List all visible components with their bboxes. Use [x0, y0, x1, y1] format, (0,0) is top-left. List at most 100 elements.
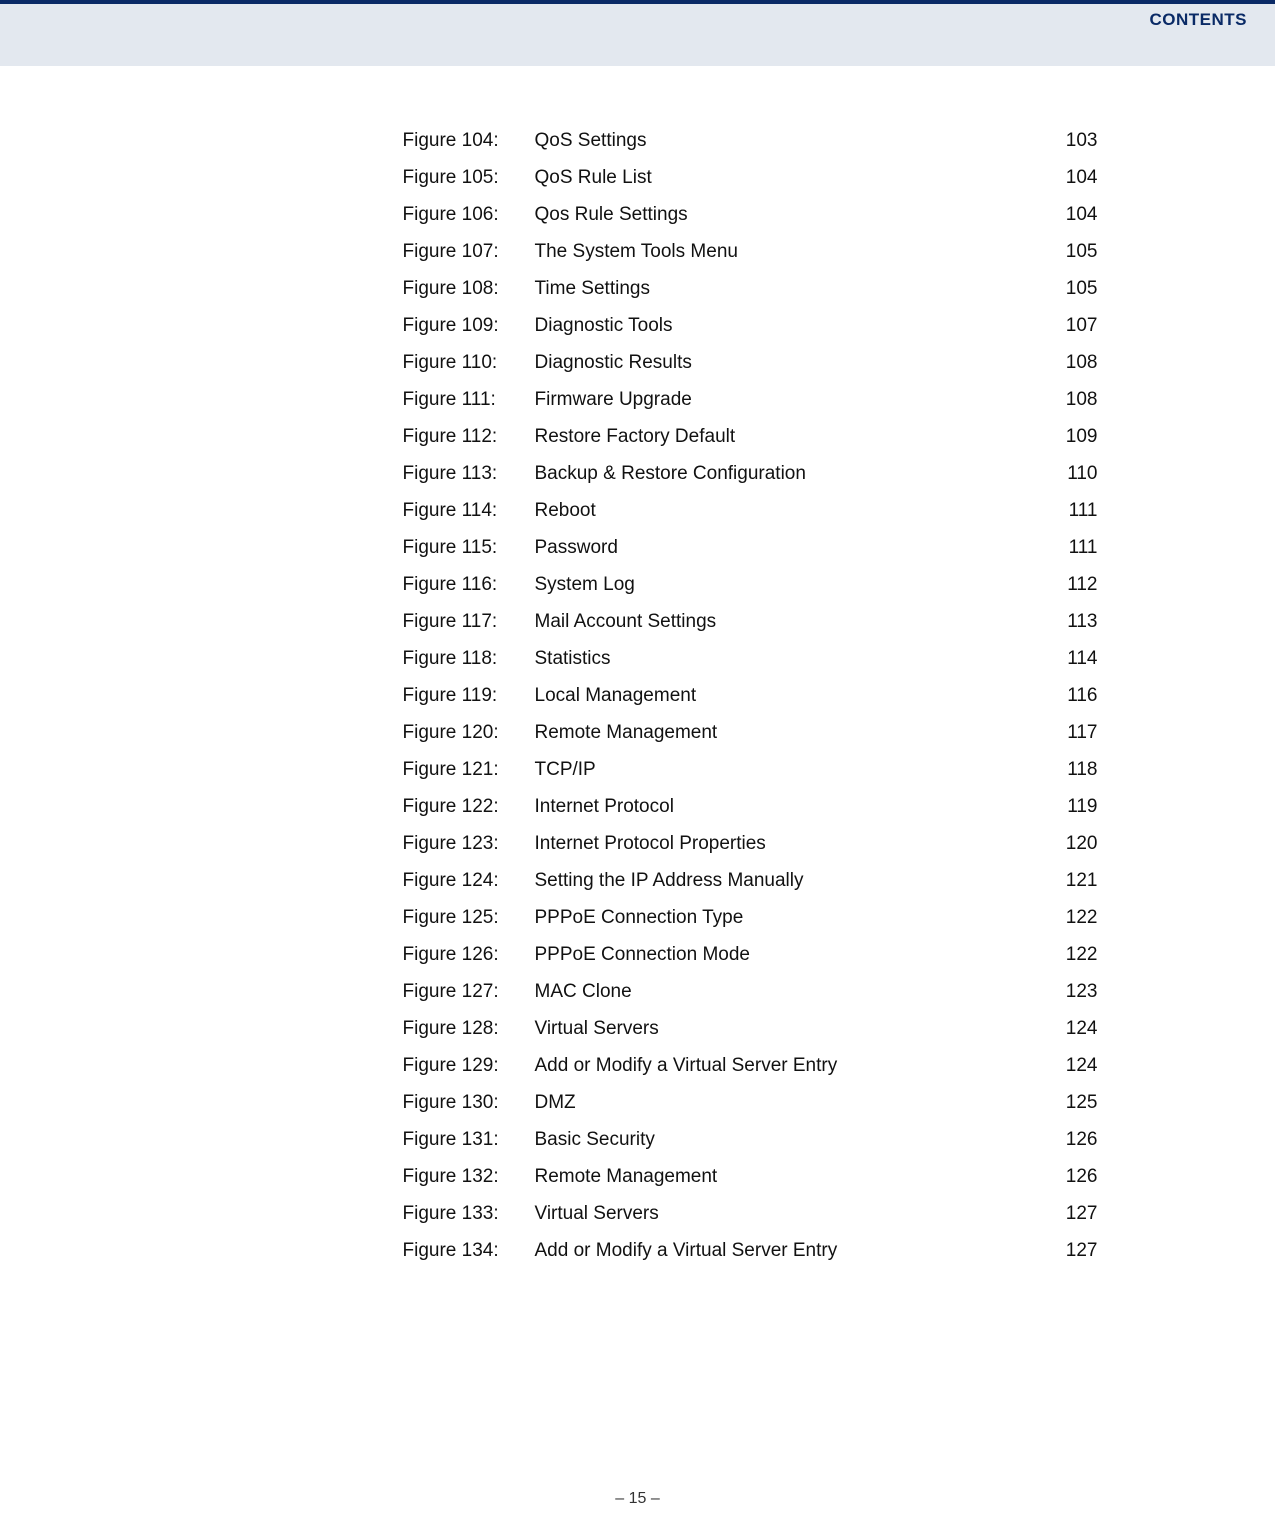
toc-entry[interactable]: Figure 108:Time Settings105 [403, 270, 1098, 307]
figure-title: Statistics [535, 649, 1038, 668]
figure-page-number: 127 [1038, 1204, 1098, 1223]
figure-title: Add or Modify a Virtual Server Entry [535, 1241, 1038, 1260]
toc-entry[interactable]: Figure 109:Diagnostic Tools107 [403, 307, 1098, 344]
figure-label: Figure 131: [403, 1130, 535, 1149]
toc-entry[interactable]: Figure 121:TCP/IP118 [403, 751, 1098, 788]
toc-entry[interactable]: Figure 115:Password111 [403, 529, 1098, 566]
toc-entry[interactable]: Figure 123:Internet Protocol Properties1… [403, 825, 1098, 862]
figure-title: Reboot [535, 501, 1038, 520]
figure-page-number: 105 [1038, 242, 1098, 261]
figure-page-number: 107 [1038, 316, 1098, 335]
figure-label: Figure 124: [403, 871, 535, 890]
toc-entry[interactable]: Figure 114:Reboot111 [403, 492, 1098, 529]
figure-page-number: 119 [1038, 797, 1098, 816]
figure-label: Figure 123: [403, 834, 535, 853]
figure-label: Figure 122: [403, 797, 535, 816]
figure-label: Figure 112: [403, 427, 535, 446]
toc-entry[interactable]: Figure 132:Remote Management126 [403, 1158, 1098, 1195]
page-footer: – 15 – [0, 1490, 1275, 1508]
figure-title: Diagnostic Tools [535, 316, 1038, 335]
figure-page-number: 121 [1038, 871, 1098, 890]
toc-entry[interactable]: Figure 107:The System Tools Menu105 [403, 233, 1098, 270]
figure-title: Add or Modify a Virtual Server Entry [535, 1056, 1038, 1075]
figure-page-number: 109 [1038, 427, 1098, 446]
figure-label: Figure 111: [403, 390, 535, 409]
figure-title: Firmware Upgrade [535, 390, 1038, 409]
figure-page-number: 104 [1038, 205, 1098, 224]
figure-label: Figure 106: [403, 205, 535, 224]
toc-entry[interactable]: Figure 126:PPPoE Connection Mode122 [403, 936, 1098, 973]
figure-label: Figure 116: [403, 575, 535, 594]
figure-page-number: 113 [1038, 612, 1098, 631]
figure-title: Basic Security [535, 1130, 1038, 1149]
toc-entry[interactable]: Figure 104:QoS Settings103 [403, 122, 1098, 159]
figure-page-number: 103 [1038, 131, 1098, 150]
toc-entry[interactable]: Figure 106:Qos Rule Settings104 [403, 196, 1098, 233]
figure-page-number: 120 [1038, 834, 1098, 853]
figure-title: Qos Rule Settings [535, 205, 1038, 224]
figure-title: Local Management [535, 686, 1038, 705]
figure-title: Remote Management [535, 723, 1038, 742]
list-of-figures: Figure 104:QoS Settings103Figure 105:QoS… [178, 122, 1098, 1269]
figure-page-number: 112 [1038, 575, 1098, 594]
figure-page-number: 126 [1038, 1130, 1098, 1149]
figure-title: PPPoE Connection Type [535, 908, 1038, 927]
figure-title: The System Tools Menu [535, 242, 1038, 261]
toc-entry[interactable]: Figure 120:Remote Management117 [403, 714, 1098, 751]
toc-entry[interactable]: Figure 131:Basic Security126 [403, 1121, 1098, 1158]
toc-entry[interactable]: Figure 110:Diagnostic Results108 [403, 344, 1098, 381]
figure-title: Internet Protocol [535, 797, 1038, 816]
figure-title: TCP/IP [535, 760, 1038, 779]
toc-entry[interactable]: Figure 117:Mail Account Settings113 [403, 603, 1098, 640]
toc-entry[interactable]: Figure 125:PPPoE Connection Type122 [403, 899, 1098, 936]
figure-title: Virtual Servers [535, 1204, 1038, 1223]
figure-page-number: 110 [1038, 464, 1098, 483]
figure-title: PPPoE Connection Mode [535, 945, 1038, 964]
toc-entry[interactable]: Figure 133:Virtual Servers127 [403, 1195, 1098, 1232]
toc-entry[interactable]: Figure 116:System Log112 [403, 566, 1098, 603]
toc-entry[interactable]: Figure 112:Restore Factory Default109 [403, 418, 1098, 455]
figure-page-number: 104 [1038, 168, 1098, 187]
figure-page-number: 114 [1038, 649, 1098, 668]
toc-entry[interactable]: Figure 124:Setting the IP Address Manual… [403, 862, 1098, 899]
toc-entry[interactable]: Figure 118:Statistics114 [403, 640, 1098, 677]
figure-label: Figure 107: [403, 242, 535, 261]
footer-dash-left: – [615, 1490, 624, 1507]
figure-page-number: 118 [1038, 760, 1098, 779]
figure-label: Figure 129: [403, 1056, 535, 1075]
figure-page-number: 111 [1038, 538, 1098, 557]
figure-page-number: 122 [1038, 945, 1098, 964]
figure-title: Virtual Servers [535, 1019, 1038, 1038]
figure-label: Figure 115: [403, 538, 535, 557]
figure-page-number: 111 [1038, 501, 1098, 520]
toc-entry[interactable]: Figure 134:Add or Modify a Virtual Serve… [403, 1232, 1098, 1269]
figure-label: Figure 134: [403, 1241, 535, 1260]
figure-label: Figure 130: [403, 1093, 535, 1112]
toc-entry[interactable]: Figure 127:MAC Clone123 [403, 973, 1098, 1010]
toc-entry[interactable]: Figure 130:DMZ125 [403, 1084, 1098, 1121]
figure-page-number: 124 [1038, 1056, 1098, 1075]
figure-title: Backup & Restore Configuration [535, 464, 1038, 483]
toc-entry[interactable]: Figure 105:QoS Rule List104 [403, 159, 1098, 196]
figure-title: MAC Clone [535, 982, 1038, 1001]
figure-label: Figure 133: [403, 1204, 535, 1223]
figure-page-number: 126 [1038, 1167, 1098, 1186]
footer-page-number: 15 [629, 1490, 647, 1507]
toc-entry[interactable]: Figure 129:Add or Modify a Virtual Serve… [403, 1047, 1098, 1084]
toc-entry[interactable]: Figure 111:Firmware Upgrade108 [403, 381, 1098, 418]
figure-title: Time Settings [535, 279, 1038, 298]
toc-entry[interactable]: Figure 113:Backup & Restore Configuratio… [403, 455, 1098, 492]
figure-page-number: 108 [1038, 353, 1098, 372]
toc-entry[interactable]: Figure 128:Virtual Servers124 [403, 1010, 1098, 1047]
figure-title: Password [535, 538, 1038, 557]
toc-entry[interactable]: Figure 119:Local Management116 [403, 677, 1098, 714]
figure-title: Internet Protocol Properties [535, 834, 1038, 853]
toc-entry[interactable]: Figure 122:Internet Protocol119 [403, 788, 1098, 825]
figure-label: Figure 117: [403, 612, 535, 631]
figure-label: Figure 125: [403, 908, 535, 927]
figure-label: Figure 109: [403, 316, 535, 335]
figure-page-number: 117 [1038, 723, 1098, 742]
figure-label: Figure 126: [403, 945, 535, 964]
figure-label: Figure 128: [403, 1019, 535, 1038]
figure-label: Figure 110: [403, 353, 535, 372]
